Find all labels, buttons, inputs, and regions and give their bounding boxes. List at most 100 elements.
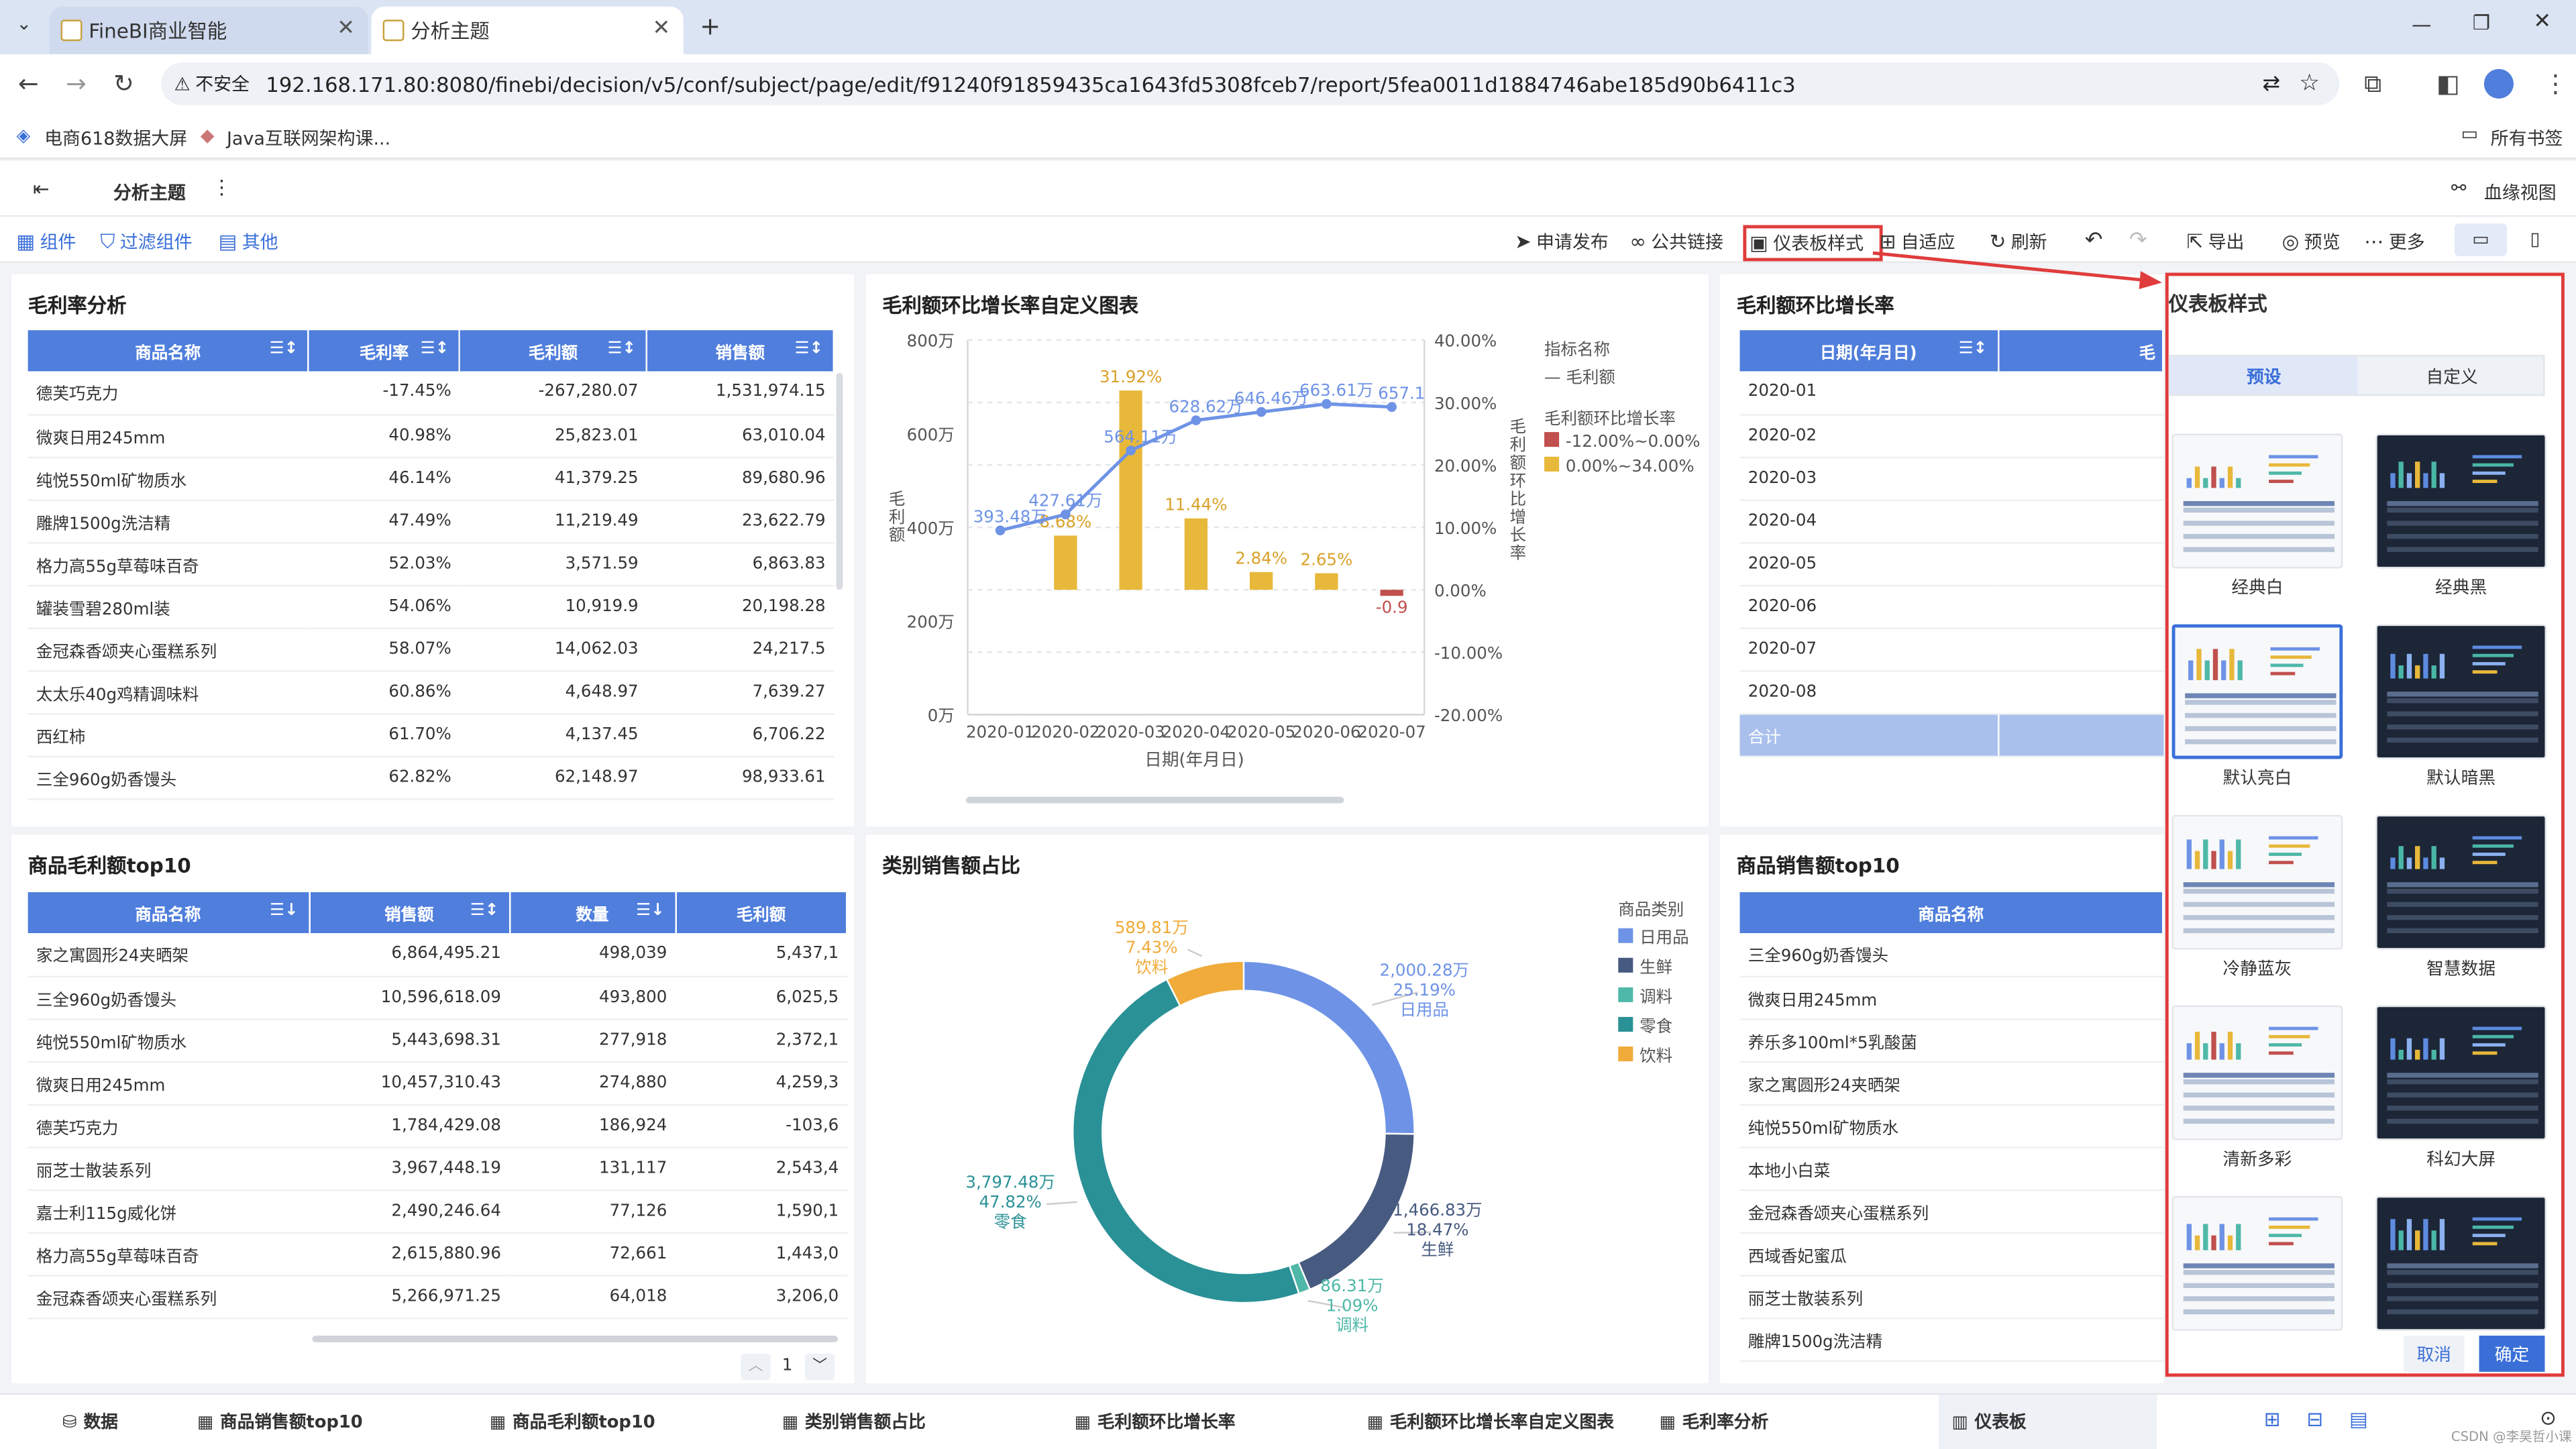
mobile-view-icon[interactable]: ▯: [2530, 228, 2540, 250]
table-row[interactable]: 雕牌1500g洗洁精 47.49% 11,219.49 23,622.79: [28, 499, 834, 543]
tab-component[interactable]: ▦ 类别销售额占比: [782, 1409, 926, 1434]
table-row[interactable]: 微爽日用245mm 40.98% 25,823.01 63,010.04: [28, 414, 834, 458]
confirm-button[interactable]: 确定: [2479, 1336, 2545, 1372]
sort-icon[interactable]: ☰↕: [607, 340, 635, 358]
bookmark-item[interactable]: Java互联网架构课...: [227, 125, 390, 151]
tab-component[interactable]: ▦ 毛利额环比增长率自定义图表: [1367, 1409, 1614, 1434]
next-page-icon[interactable]: ﹀: [805, 1353, 835, 1381]
profile-avatar[interactable]: [2483, 68, 2514, 99]
sort-icon[interactable]: ☰↕: [1959, 340, 1987, 358]
publish-request-button[interactable]: ➤ 申请发布: [1515, 228, 1609, 254]
table-row[interactable]: 2020-05: [1739, 542, 2163, 586]
tab-component[interactable]: ▦ 商品销售额top10: [197, 1409, 363, 1434]
table-row[interactable]: 微爽日用245mm 10,457,310.43 274,880 4,259,3: [28, 1061, 847, 1105]
column-header[interactable]: 日期(年月日) ☰↕: [1739, 330, 1999, 372]
column-header[interactable]: 销售额 ☰↕: [309, 892, 511, 934]
tab-component[interactable]: ▦ 毛利率分析: [1659, 1409, 1768, 1434]
tab-list-icon[interactable]: ⌄: [16, 13, 32, 35]
add-story-icon[interactable]: ▤: [2349, 1408, 2368, 1431]
bookmark-item[interactable]: 电商618数据大屏: [44, 125, 187, 151]
reload-icon[interactable]: ↻: [113, 69, 134, 99]
extensions-icon[interactable]: ⧉: [2364, 69, 2381, 99]
column-header[interactable]: 毛利额: [675, 892, 848, 934]
table-row[interactable]: 2020-07: [1739, 627, 2163, 672]
table-row[interactable]: 本地小白菜: [1739, 1146, 2163, 1191]
adaptive-button[interactable]: ⊞ 自适应: [1880, 228, 1955, 254]
table-row[interactable]: 西域香妃蜜瓜: [1739, 1232, 2163, 1276]
column-header[interactable]: 商品名称 ☰↕: [28, 330, 310, 372]
sort-icon[interactable]: ☰↓: [636, 902, 664, 920]
redo-icon[interactable]: ↷: [2129, 228, 2147, 253]
table-row[interactable]: 罐装雪碧280ml装 54.06% 10,919.9 20,198.28: [28, 584, 834, 629]
all-bookmarks[interactable]: 所有书签: [2491, 125, 2563, 151]
table-row[interactable]: 西红柿 61.70% 4,137.45 6,706.22: [28, 712, 834, 757]
theme-card[interactable]: [2375, 433, 2546, 569]
horizontal-scrollbar[interactable]: [966, 796, 1344, 804]
table-row[interactable]: 德芙巧克力 1,784,429.08 186,924 -103,6: [28, 1104, 847, 1148]
back-icon[interactable]: ←: [18, 69, 39, 99]
column-header[interactable]: 毛利率 ☰↕: [309, 330, 461, 372]
custom-chart-widget[interactable]: 毛利额环比增长率自定义图表 800万 600万 400万 200万 0万 40.00% 30…: [865, 274, 1709, 826]
column-header[interactable]: 商品名称: [1739, 892, 2164, 934]
column-header[interactable]: 商品名称 ☰↓: [28, 892, 310, 934]
category-pie-widget[interactable]: 类别销售额占比 2,000.28万 25.19%日用品 1,466.83万 18.47…: [865, 835, 1709, 1384]
table-row[interactable]: 三全960g奶香馒头 62.82% 62,148.97 98,933.61: [28, 755, 834, 800]
gross-margin-widget[interactable]: 毛利率分析 商品名称 ☰↕ 毛利率 ☰↕ 毛利额 ☰↕ 销售额 ☰↕ 德芙巧克力 -17.…: [11, 274, 855, 826]
theme-card[interactable]: [2375, 624, 2546, 759]
undo-icon[interactable]: ↶: [2085, 228, 2103, 253]
url-field[interactable]: ⚠ 不安全 192.168.171.80:8080/finebi/decisio…: [161, 62, 2340, 105]
table-row[interactable]: 丽芝士散装系列 3,967,448.19 131,117 2,543,4: [28, 1146, 847, 1191]
legend-item[interactable]: 调料: [1618, 983, 1688, 1007]
sort-icon[interactable]: ☰↕: [794, 340, 822, 358]
table-row[interactable]: 太太乐40g鸡精调味料 60.86% 4,648.97 7,639.27: [28, 670, 834, 714]
tab-component[interactable]: ▦ 毛利额环比增长率: [1075, 1409, 1236, 1434]
table-row[interactable]: 三全960g奶香馒头 10,596,618.09 493,800 6,025,5: [28, 975, 847, 1020]
forward-icon[interactable]: →: [66, 69, 87, 99]
table-row[interactable]: 金冠森香颂夹心蛋糕系列: [1739, 1189, 2163, 1233]
add-component-icon[interactable]: ⊞: [2264, 1408, 2281, 1431]
star-icon[interactable]: ☆: [2299, 70, 2320, 97]
public-link-button[interactable]: ∞ 公共链接: [1629, 228, 1723, 254]
table-row[interactable]: 纯悦550ml矿物质水 5,443,698.31 277,918 2,372,1: [28, 1018, 847, 1063]
table-row[interactable]: 丽芝士散装系列: [1739, 1275, 2163, 1319]
sort-icon[interactable]: ☰↕: [470, 902, 498, 920]
sort-icon[interactable]: ☰↓: [270, 902, 298, 920]
growth-rate-widget[interactable]: 毛利额环比增长率 日期(年月日) ☰↕ 毛 2020-01 2020-02 2020-…: [1720, 274, 2164, 826]
theme-card[interactable]: [2171, 624, 2343, 759]
other-button[interactable]: ▤ 其他: [219, 228, 278, 254]
exit-icon[interactable]: ⇤: [33, 177, 50, 200]
table-row[interactable]: 德芙巧克力 -17.45% -267,280.07 1,531,974.15: [28, 371, 834, 415]
legend-item[interactable]: 饮料: [1618, 1042, 1688, 1066]
legend-bar-item[interactable]: 0.00%~34.00%: [1544, 456, 1695, 476]
table-row[interactable]: 家之寓圆形24夹晒架: [1739, 1061, 2163, 1105]
table-row[interactable]: 养乐多100ml*5乳酸菌: [1739, 1018, 2163, 1063]
legend-item[interactable]: 零食: [1618, 1012, 1688, 1036]
table-row[interactable]: 雕牌1500g洗洁精: [1739, 1318, 2163, 1361]
theme-card[interactable]: [2375, 1195, 2546, 1331]
export-button[interactable]: ⇱ 导出: [2187, 228, 2245, 254]
table-row[interactable]: 2020-02: [1739, 414, 2163, 458]
tab-dashboard[interactable]: ▥ 仪表板: [1938, 1395, 2158, 1449]
dashboard-style-button[interactable]: ▣ 仪表板样式: [1743, 225, 1884, 262]
close-tab-icon[interactable]: ✕: [337, 16, 355, 41]
more-button[interactable]: ⋯ 更多: [2364, 228, 2425, 254]
browser-tab-finebi[interactable]: FineBI商业智能 ✕: [49, 6, 368, 54]
table-row[interactable]: 纯悦550ml矿物质水: [1739, 1104, 2163, 1148]
legend-item[interactable]: 日用品: [1618, 923, 1689, 948]
table-row[interactable]: 家之寓圆形24夹晒架 6,864,495.21 498,039 5,437,1: [28, 933, 847, 977]
desktop-view-icon[interactable]: ▭: [2454, 223, 2508, 257]
column-header[interactable]: 毛: [1997, 330, 2164, 372]
menu-dots-icon[interactable]: ⋮: [2543, 69, 2568, 99]
theme-card[interactable]: [2375, 1005, 2546, 1140]
new-tab-icon[interactable]: +: [700, 11, 720, 41]
browser-tab-subject[interactable]: 分析主题 ✕: [371, 6, 684, 54]
scrollbar[interactable]: [836, 372, 843, 590]
theme-card[interactable]: [2171, 1195, 2343, 1331]
table-row[interactable]: 2020-08: [1739, 670, 2163, 714]
filter-component-button[interactable]: ⛉ 过滤组件: [100, 228, 192, 254]
theme-card[interactable]: [2171, 814, 2343, 950]
table-row[interactable]: 2020-06: [1739, 584, 2163, 629]
cancel-button[interactable]: 取消: [2403, 1336, 2465, 1372]
legend-item[interactable]: 生鲜: [1618, 953, 1688, 977]
sort-icon[interactable]: ☰↕: [270, 340, 298, 358]
